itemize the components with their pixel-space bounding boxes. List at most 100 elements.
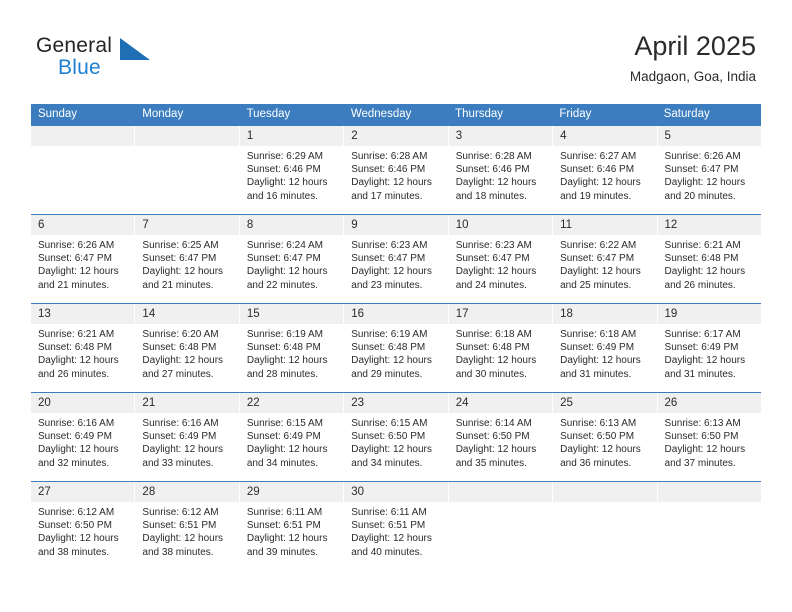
day-cell[interactable]: 26 Sunrise: 6:13 AM Sunset: 6:50 PM Dayl… (657, 393, 761, 481)
daylight-text-line2: and 38 minutes. (142, 546, 214, 558)
day-cell[interactable]: 15 Sunrise: 6:19 AM Sunset: 6:48 PM Dayl… (239, 304, 345, 392)
sunset-text: Sunset: 6:47 PM (560, 253, 635, 265)
daylight-text-line2: and 31 minutes. (560, 368, 632, 380)
sunrise-text: Sunrise: 6:12 AM (142, 507, 219, 518)
daylight-text-line1: Daylight: 12 hours (246, 533, 328, 545)
day-details: Sunrise: 6:23 AM Sunset: 6:47 PM Dayligh… (344, 235, 447, 292)
daylight-text-line2: and 26 minutes. (38, 368, 110, 380)
day-cell[interactable]: 6 Sunrise: 6:26 AM Sunset: 6:47 PM Dayli… (31, 215, 136, 303)
daylight-text-line1: Daylight: 12 hours (455, 177, 537, 189)
day-cell[interactable]: 30 Sunrise: 6:11 AM Sunset: 6:51 PM Dayl… (344, 482, 449, 570)
week-row: 20 Sunrise: 6:16 AM Sunset: 6:49 PM Dayl… (31, 392, 761, 481)
brand-logo[interactable]: General Blue (36, 34, 166, 84)
day-number: 28 (135, 482, 239, 502)
day-cell[interactable]: 1 Sunrise: 6:29 AM Sunset: 6:46 PM Dayli… (239, 126, 345, 214)
daylight-text-line1: Daylight: 12 hours (142, 444, 224, 456)
sunset-text: Sunset: 6:48 PM (246, 342, 321, 354)
day-details: Sunrise: 6:28 AM Sunset: 6:46 PM Dayligh… (344, 146, 447, 203)
day-number (448, 482, 553, 502)
day-cell[interactable]: 2 Sunrise: 6:28 AM Sunset: 6:46 PM Dayli… (344, 126, 449, 214)
day-cell[interactable]: 25 Sunrise: 6:13 AM Sunset: 6:50 PM Dayl… (553, 393, 658, 481)
day-cell[interactable]: 13 Sunrise: 6:21 AM Sunset: 6:48 PM Dayl… (31, 304, 136, 392)
weekday-header-monday: Monday (142, 108, 184, 120)
daylight-text-line2: and 23 minutes. (351, 279, 423, 291)
brand-name-blue: Blue (58, 56, 101, 79)
day-cell[interactable]: 17 Sunrise: 6:18 AM Sunset: 6:48 PM Dayl… (448, 304, 554, 392)
day-number: 13 (31, 304, 135, 324)
page-subtitle: Madgaon, Goa, India (629, 69, 756, 84)
day-cell[interactable]: 29 Sunrise: 6:11 AM Sunset: 6:51 PM Dayl… (239, 482, 345, 570)
daylight-text-line1: Daylight: 12 hours (38, 533, 119, 545)
week-row: 13 Sunrise: 6:21 AM Sunset: 6:48 PM Dayl… (31, 303, 761, 392)
daylight-text-line1: Daylight: 12 hours (560, 177, 641, 189)
day-number: 23 (344, 393, 448, 413)
day-cell[interactable]: 19 Sunrise: 6:17 AM Sunset: 6:49 PM Dayl… (657, 304, 761, 392)
weekday-header-thursday: Thursday (455, 108, 504, 120)
day-cell[interactable]: 18 Sunrise: 6:18 AM Sunset: 6:49 PM Dayl… (553, 304, 658, 392)
daylight-text-line1: Daylight: 12 hours (664, 266, 746, 278)
sunrise-text: Sunrise: 6:29 AM (246, 151, 323, 162)
daylight-text-line2: and 26 minutes. (664, 279, 736, 291)
day-number: 8 (239, 215, 344, 235)
day-cell[interactable]: 27 Sunrise: 6:12 AM Sunset: 6:50 PM Dayl… (31, 482, 136, 570)
sunset-text: Sunset: 6:51 PM (351, 520, 426, 532)
day-cell[interactable]: 8 Sunrise: 6:24 AM Sunset: 6:47 PM Dayli… (239, 215, 345, 303)
sunset-text: Sunset: 6:47 PM (246, 253, 321, 265)
day-cell[interactable]: 14 Sunrise: 6:20 AM Sunset: 6:48 PM Dayl… (135, 304, 240, 392)
sunset-text: Sunset: 6:50 PM (351, 431, 426, 443)
day-cell[interactable]: 12 Sunrise: 6:21 AM Sunset: 6:48 PM Dayl… (657, 215, 761, 303)
daylight-text-line2: and 28 minutes. (246, 368, 319, 380)
daylight-text-line1: Daylight: 12 hours (246, 177, 328, 189)
day-cell[interactable]: 10 Sunrise: 6:23 AM Sunset: 6:47 PM Dayl… (448, 215, 554, 303)
day-cell[interactable]: 5 Sunrise: 6:26 AM Sunset: 6:47 PM Dayli… (657, 126, 761, 214)
daylight-text-line2: and 33 minutes. (142, 457, 214, 469)
day-cell[interactable]: 21 Sunrise: 6:16 AM Sunset: 6:49 PM Dayl… (135, 393, 240, 481)
day-cell[interactable]: 22 Sunrise: 6:15 AM Sunset: 6:49 PM Dayl… (239, 393, 345, 481)
sunset-text: Sunset: 6:47 PM (351, 253, 426, 265)
day-cell[interactable]: 23 Sunrise: 6:15 AM Sunset: 6:50 PM Dayl… (344, 393, 449, 481)
sunrise-text: Sunrise: 6:21 AM (38, 329, 115, 340)
daylight-text-line1: Daylight: 12 hours (455, 444, 537, 456)
weekday-header-sunday: Sunday (38, 108, 78, 120)
weekday-header-saturday: Saturday (663, 108, 710, 120)
daylight-text-line1: Daylight: 12 hours (455, 355, 537, 367)
daylight-text-line1: Daylight: 12 hours (246, 444, 328, 456)
day-cell[interactable]: 9 Sunrise: 6:23 AM Sunset: 6:47 PM Dayli… (344, 215, 449, 303)
sunset-text: Sunset: 6:50 PM (38, 520, 112, 532)
sunrise-text: Sunrise: 6:16 AM (38, 418, 115, 429)
day-number: 2 (344, 126, 448, 146)
daylight-text-line2: and 31 minutes. (664, 368, 736, 380)
daylight-text-line1: Daylight: 12 hours (142, 355, 224, 367)
day-cell[interactable]: 20 Sunrise: 6:16 AM Sunset: 6:49 PM Dayl… (31, 393, 136, 481)
day-details (135, 146, 238, 150)
day-details: Sunrise: 6:13 AM Sunset: 6:50 PM Dayligh… (553, 413, 656, 470)
weekday-header-wednesday: Wednesday (350, 108, 412, 120)
day-details: Sunrise: 6:26 AM Sunset: 6:47 PM Dayligh… (658, 146, 761, 203)
day-details: Sunrise: 6:19 AM Sunset: 6:48 PM Dayligh… (240, 324, 343, 381)
daylight-text-line1: Daylight: 12 hours (664, 177, 746, 189)
sunset-text: Sunset: 6:46 PM (351, 164, 426, 176)
day-cell[interactable]: 4 Sunrise: 6:27 AM Sunset: 6:46 PM Dayli… (553, 126, 658, 214)
sunrise-text: Sunrise: 6:15 AM (351, 418, 428, 429)
day-number: 9 (344, 215, 448, 235)
sunset-text: Sunset: 6:48 PM (664, 253, 739, 265)
day-cell[interactable]: 16 Sunrise: 6:19 AM Sunset: 6:48 PM Dayl… (344, 304, 449, 392)
daylight-text-line1: Daylight: 12 hours (246, 266, 328, 278)
day-details: Sunrise: 6:16 AM Sunset: 6:49 PM Dayligh… (135, 413, 238, 470)
sunrise-text: Sunrise: 6:13 AM (664, 418, 741, 429)
day-details: Sunrise: 6:18 AM Sunset: 6:48 PM Dayligh… (449, 324, 552, 381)
day-cell[interactable]: 24 Sunrise: 6:14 AM Sunset: 6:50 PM Dayl… (448, 393, 554, 481)
sunrise-text: Sunrise: 6:15 AM (246, 418, 323, 429)
daylight-text-line1: Daylight: 12 hours (351, 355, 432, 367)
daylight-text-line1: Daylight: 12 hours (351, 444, 432, 456)
day-cell[interactable]: 11 Sunrise: 6:22 AM Sunset: 6:47 PM Dayl… (553, 215, 658, 303)
day-cell[interactable]: 28 Sunrise: 6:12 AM Sunset: 6:51 PM Dayl… (135, 482, 240, 570)
day-cell[interactable]: 7 Sunrise: 6:25 AM Sunset: 6:47 PM Dayli… (135, 215, 240, 303)
day-number (553, 482, 657, 502)
sunset-text: Sunset: 6:51 PM (246, 520, 321, 532)
day-cell[interactable]: 3 Sunrise: 6:28 AM Sunset: 6:46 PM Dayli… (448, 126, 554, 214)
day-details: Sunrise: 6:26 AM Sunset: 6:47 PM Dayligh… (31, 235, 134, 292)
day-details: Sunrise: 6:11 AM Sunset: 6:51 PM Dayligh… (344, 502, 447, 559)
sunrise-text: Sunrise: 6:12 AM (38, 507, 115, 518)
sunrise-text: Sunrise: 6:14 AM (455, 418, 532, 429)
